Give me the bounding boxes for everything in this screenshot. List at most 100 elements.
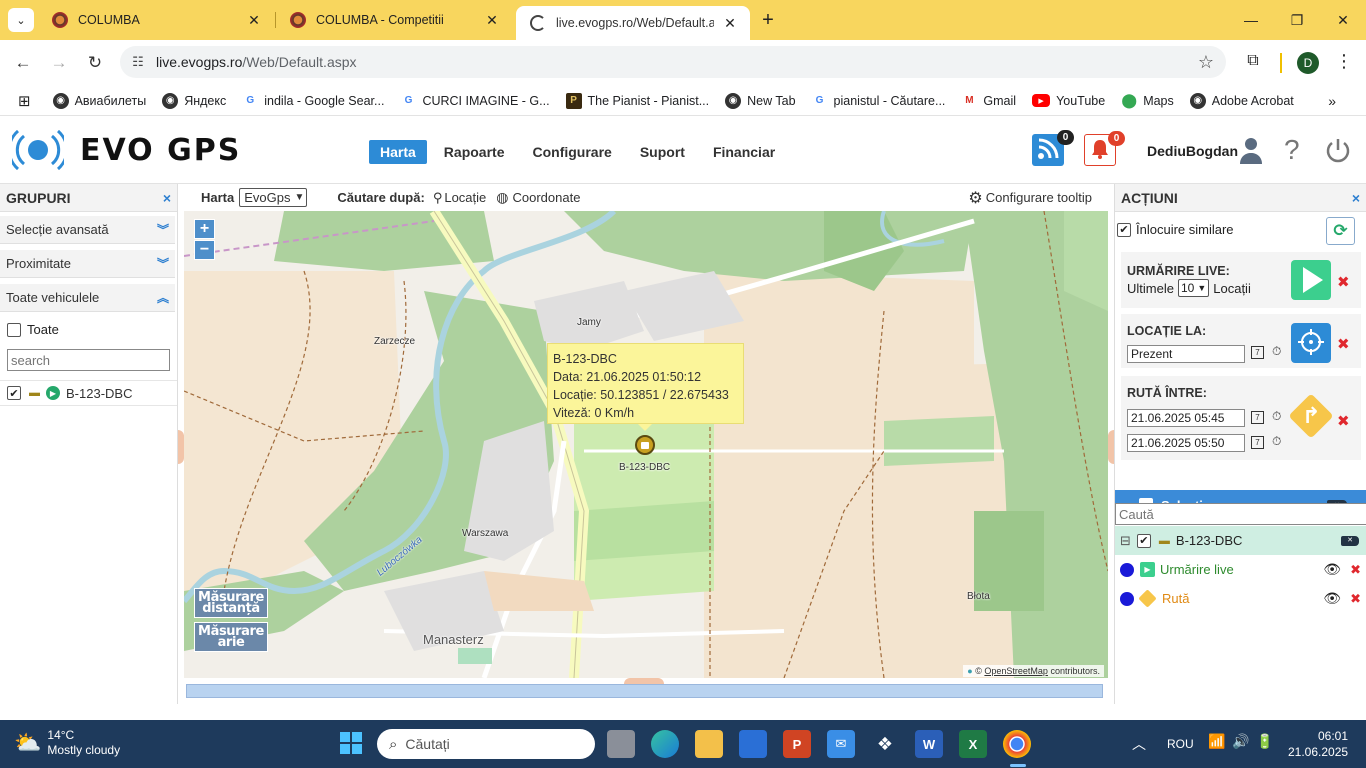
menu-configurare[interactable]: Configurare: [521, 140, 622, 164]
accordion-advanced-selection[interactable]: Selecție avansată ︾: [0, 216, 175, 244]
evo-gps-logo[interactable]: EVO GPS: [7, 129, 241, 171]
chrome-icon[interactable]: [1003, 730, 1031, 758]
menu-suport[interactable]: Suport: [629, 140, 696, 164]
route-start-input[interactable]: 21.06.2025 05:45: [1127, 409, 1245, 427]
bookmark-pianistul[interactable]: Gpianistul - Căutare...: [811, 92, 945, 109]
apps-grid-icon[interactable]: ⊞: [18, 92, 31, 110]
selection-vehicle-row[interactable]: ⊟ ✔ ▬ B-123-DBC ✕: [1115, 526, 1366, 555]
search-by-coordinates-link[interactable]: ◍ Coordonate: [496, 189, 580, 206]
eye-icon[interactable]: 👁: [1323, 590, 1341, 607]
wifi-icon[interactable]: 📶: [1208, 733, 1225, 750]
replace-similar-row[interactable]: ✔ Înlocuire similare: [1117, 222, 1234, 237]
bookmark-newtab[interactable]: ◉ New Tab: [725, 92, 796, 109]
remove-vehicle-icon[interactable]: ✕: [1341, 535, 1359, 546]
bookmark-maps[interactable]: ⬤ Maps: [1121, 92, 1174, 109]
file-explorer-icon[interactable]: [695, 730, 723, 758]
accordion-all-vehicles[interactable]: Toate vehiculele ︽: [0, 284, 175, 312]
powerpoint-icon[interactable]: P: [783, 730, 811, 758]
close-tab-icon[interactable]: ✕: [484, 12, 500, 29]
start-button[interactable]: [337, 730, 365, 758]
track-color-dot[interactable]: [1120, 562, 1134, 577]
remove-item-icon[interactable]: ✖: [1350, 562, 1361, 578]
location-at-input[interactable]: Prezent: [1127, 345, 1245, 363]
store-icon[interactable]: [739, 730, 767, 758]
edge-icon[interactable]: [651, 730, 679, 758]
menu-financiar[interactable]: Financiar: [702, 140, 786, 164]
live-count-select[interactable]: 10 ▼: [1177, 279, 1210, 297]
close-tab-icon[interactable]: ✕: [722, 15, 738, 32]
bookmark-indila[interactable]: Gindila - Google Sear...: [242, 92, 384, 109]
address-bar[interactable]: ☷ live.evogps.ro/Web/Default.aspx ☆: [120, 46, 1226, 78]
user-icon[interactable]: [1238, 136, 1264, 167]
bookmark-aviabilety[interactable]: ◉ Авиабилеты: [52, 92, 146, 109]
map-layer-select[interactable]: EvoGps ▼: [239, 188, 308, 207]
close-window-button[interactable]: ✕: [1320, 0, 1366, 40]
reload-button[interactable]: ↻: [80, 48, 110, 78]
battery-icon[interactable]: 🔋: [1256, 733, 1273, 750]
bookmark-acrobat[interactable]: ◉ Adobe Acrobat: [1189, 92, 1294, 109]
alerts-button[interactable]: 0: [1084, 131, 1125, 166]
vehicle-checkbox[interactable]: ✔: [7, 386, 21, 400]
tab-search-dropdown[interactable]: ⌄: [8, 8, 34, 32]
close-panel-icon[interactable]: ×: [163, 190, 171, 206]
locate-button[interactable]: [1291, 323, 1331, 363]
route-end-input[interactable]: 21.06.2025 05:50: [1127, 434, 1245, 452]
tree-item-live[interactable]: ▶ Urmărire live 👁 ✖: [1115, 555, 1366, 584]
track-color-dot[interactable]: [1120, 591, 1134, 606]
bookmark-youtube[interactable]: ▶ YouTube: [1032, 94, 1105, 108]
power-icon[interactable]: [1324, 136, 1352, 167]
clock-icon[interactable]: ⏱: [1272, 344, 1281, 359]
eye-icon[interactable]: 👁: [1323, 561, 1341, 578]
osm-link[interactable]: OpenStreetMap: [984, 666, 1048, 676]
collapse-tree-icon[interactable]: ⊟: [1120, 533, 1131, 549]
taskbar-search[interactable]: ⌕ Căutați: [377, 729, 595, 759]
minimize-button[interactable]: —: [1228, 0, 1274, 40]
dropbox-icon[interactable]: ❖: [871, 730, 899, 758]
vehicle-row[interactable]: ✔ ▬ ▶ B-123-DBC: [0, 380, 177, 406]
map-canvas[interactable]: + − Măsurare distanță Măsurare arie Jamy…: [184, 211, 1108, 678]
search-by-location-link[interactable]: ⚲ Locație: [433, 190, 486, 206]
site-info-icon[interactable]: ☷: [120, 54, 156, 70]
clear-live-icon[interactable]: ✖: [1337, 273, 1350, 291]
word-icon[interactable]: W: [915, 730, 943, 758]
task-view-icon[interactable]: [607, 730, 635, 758]
profile-avatar[interactable]: D: [1297, 52, 1319, 74]
selection-search-input[interactable]: [1115, 503, 1366, 525]
mail-icon[interactable]: ✉: [827, 730, 855, 758]
new-tab-button[interactable]: +: [756, 8, 780, 32]
excel-icon[interactable]: X: [959, 730, 987, 758]
username[interactable]: DediuBogdan: [1147, 143, 1238, 159]
menu-harta[interactable]: Harta: [369, 140, 427, 164]
accordion-proximity[interactable]: Proximitate ︾: [0, 250, 175, 278]
bookmark-star-icon[interactable]: ☆: [1186, 52, 1226, 73]
close-panel-icon[interactable]: ×: [1352, 190, 1360, 206]
zoom-out-button[interactable]: −: [194, 240, 215, 260]
vehicle-marker[interactable]: [635, 435, 655, 455]
clock-icon[interactable]: ⏱: [1272, 434, 1281, 449]
measure-area-button[interactable]: Măsurare arie: [194, 622, 268, 652]
input-language[interactable]: ROU: [1167, 737, 1194, 751]
select-all-checkbox[interactable]: [7, 322, 21, 337]
measure-distance-button[interactable]: Măsurare distanță: [194, 588, 268, 618]
select-all-row[interactable]: Toate: [0, 312, 177, 337]
extensions-icon[interactable]: ⧉: [1242, 52, 1264, 74]
bookmark-curci[interactable]: G CURCI IMAGINE - G...: [400, 92, 550, 109]
weather-widget[interactable]: ⛅ 14°C Mostly cloudy: [14, 728, 120, 758]
replace-similar-checkbox[interactable]: ✔: [1117, 222, 1131, 237]
clock-icon[interactable]: ⏱: [1272, 409, 1281, 424]
browser-tab-3-active[interactable]: live.evogps.ro/Web/Default.aspx ✕: [516, 6, 750, 40]
close-tab-icon[interactable]: ✕: [246, 12, 262, 29]
feed-button[interactable]: 0: [1032, 130, 1074, 166]
menu-rapoarte[interactable]: Rapoarte: [433, 140, 516, 164]
start-live-button[interactable]: [1291, 260, 1331, 300]
restore-button[interactable]: ❐: [1274, 0, 1320, 40]
calendar-icon[interactable]: 7: [1251, 411, 1264, 424]
bookmark-gmail[interactable]: M Gmail: [961, 92, 1016, 109]
chevron-up-icon[interactable]: ︿: [1132, 734, 1146, 754]
calendar-icon[interactable]: 7: [1251, 346, 1264, 359]
back-button[interactable]: ←: [8, 48, 38, 78]
bookmark-pianist[interactable]: P The Pianist - Pianist...: [565, 92, 709, 109]
selection-vehicle-checkbox[interactable]: ✔: [1136, 533, 1151, 548]
more-bookmarks-icon[interactable]: »: [1328, 93, 1336, 109]
clock[interactable]: 06:01 21.06.2025: [1288, 728, 1348, 760]
